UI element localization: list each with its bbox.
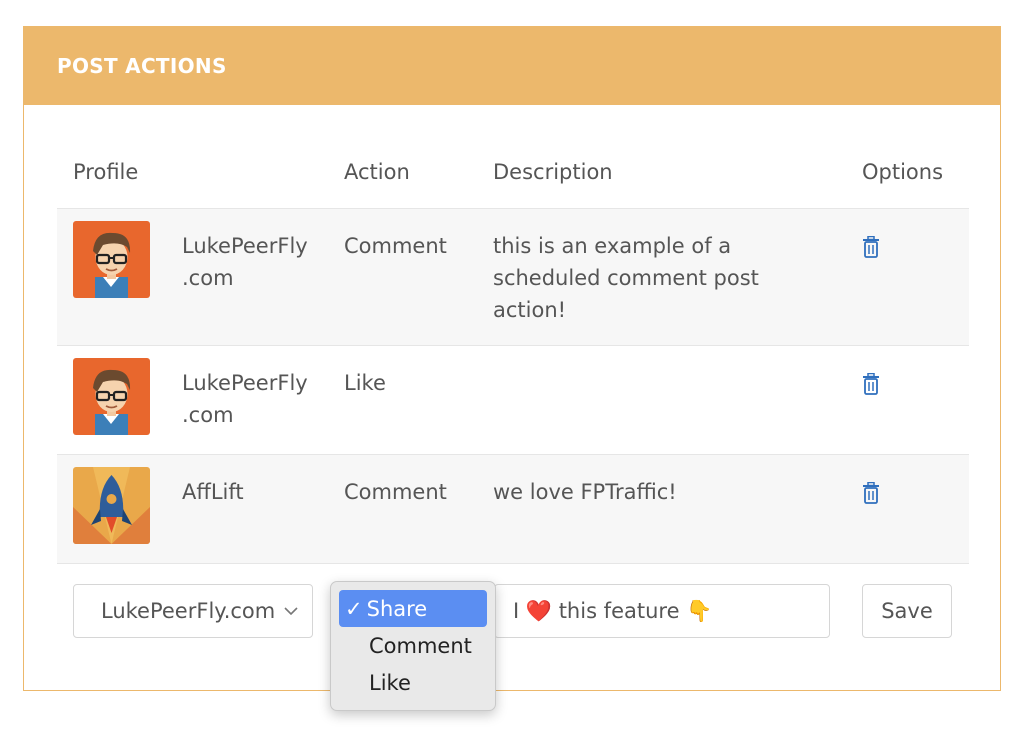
header-profile: Profile xyxy=(73,159,139,184)
profile-name: LukePeerFly .com xyxy=(182,367,322,431)
description-input[interactable]: I ❤️ this feature 👇 xyxy=(494,584,830,638)
post-actions-table: Profile Action Description Options LukeP… xyxy=(57,135,969,564)
avatar xyxy=(73,467,150,544)
delete-button[interactable] xyxy=(862,373,880,395)
header-description: Description xyxy=(493,159,613,184)
profile-select[interactable]: LukePeerFly.com xyxy=(73,584,313,638)
geek-avatar-icon xyxy=(73,358,150,435)
header-action: Action xyxy=(344,159,410,184)
panel-title: POST ACTIONS xyxy=(57,54,227,78)
profile-name: LukePeerFly .com xyxy=(182,230,322,294)
avatar xyxy=(73,358,150,435)
table-header: Profile Action Description Options xyxy=(57,135,969,209)
table-row: AffLift Comment we love FPTraffic! xyxy=(57,455,969,564)
trash-icon xyxy=(863,236,879,258)
avatar xyxy=(73,221,150,298)
post-actions-panel: POST ACTIONS Profile Action Description … xyxy=(23,26,1001,691)
profile-name-line1: LukePeerFly xyxy=(182,234,308,258)
action-description: this is an example of a scheduled commen… xyxy=(493,234,759,322)
save-button[interactable]: Save xyxy=(862,584,952,638)
chevron-down-icon xyxy=(278,585,304,637)
action-dropdown[interactable]: ✓ Share Comment Like xyxy=(330,581,496,711)
delete-button[interactable] xyxy=(862,482,880,504)
checkmark-icon: ✓ xyxy=(345,596,363,621)
option-label: Like xyxy=(369,670,411,695)
option-label: Share xyxy=(366,596,428,621)
option-label: Comment xyxy=(369,633,472,658)
profile-select-value: LukePeerFly.com xyxy=(101,599,276,623)
delete-button[interactable] xyxy=(862,236,880,258)
profile-name-line1: LukePeerFly xyxy=(182,371,308,395)
action-description: we love FPTraffic! xyxy=(493,480,677,504)
profile-name-line2: .com xyxy=(182,266,234,290)
profile-name-line1: AffLift xyxy=(182,480,244,504)
dropdown-option-comment[interactable]: Comment xyxy=(339,627,487,664)
geek-avatar-icon xyxy=(73,221,150,298)
profile-name-line2: .com xyxy=(182,403,234,427)
dropdown-option-like[interactable]: Like xyxy=(339,664,487,701)
dropdown-option-share[interactable]: ✓ Share xyxy=(339,590,487,627)
action-type: Comment xyxy=(344,234,447,258)
action-type: Like xyxy=(344,371,386,395)
rocket-avatar-icon xyxy=(73,467,150,544)
table-row: LukePeerFly .com Comment this is an exam… xyxy=(57,209,969,346)
panel-header: POST ACTIONS xyxy=(24,27,1000,105)
add-action-form: LukePeerFly.com I ❤️ this feature 👇 Save xyxy=(57,582,969,638)
trash-icon xyxy=(863,373,879,395)
trash-icon xyxy=(863,482,879,504)
profile-name: AffLift xyxy=(182,476,322,508)
header-options: Options xyxy=(862,159,944,184)
table-row: LukePeerFly .com Like xyxy=(57,346,969,455)
action-type: Comment xyxy=(344,480,447,504)
